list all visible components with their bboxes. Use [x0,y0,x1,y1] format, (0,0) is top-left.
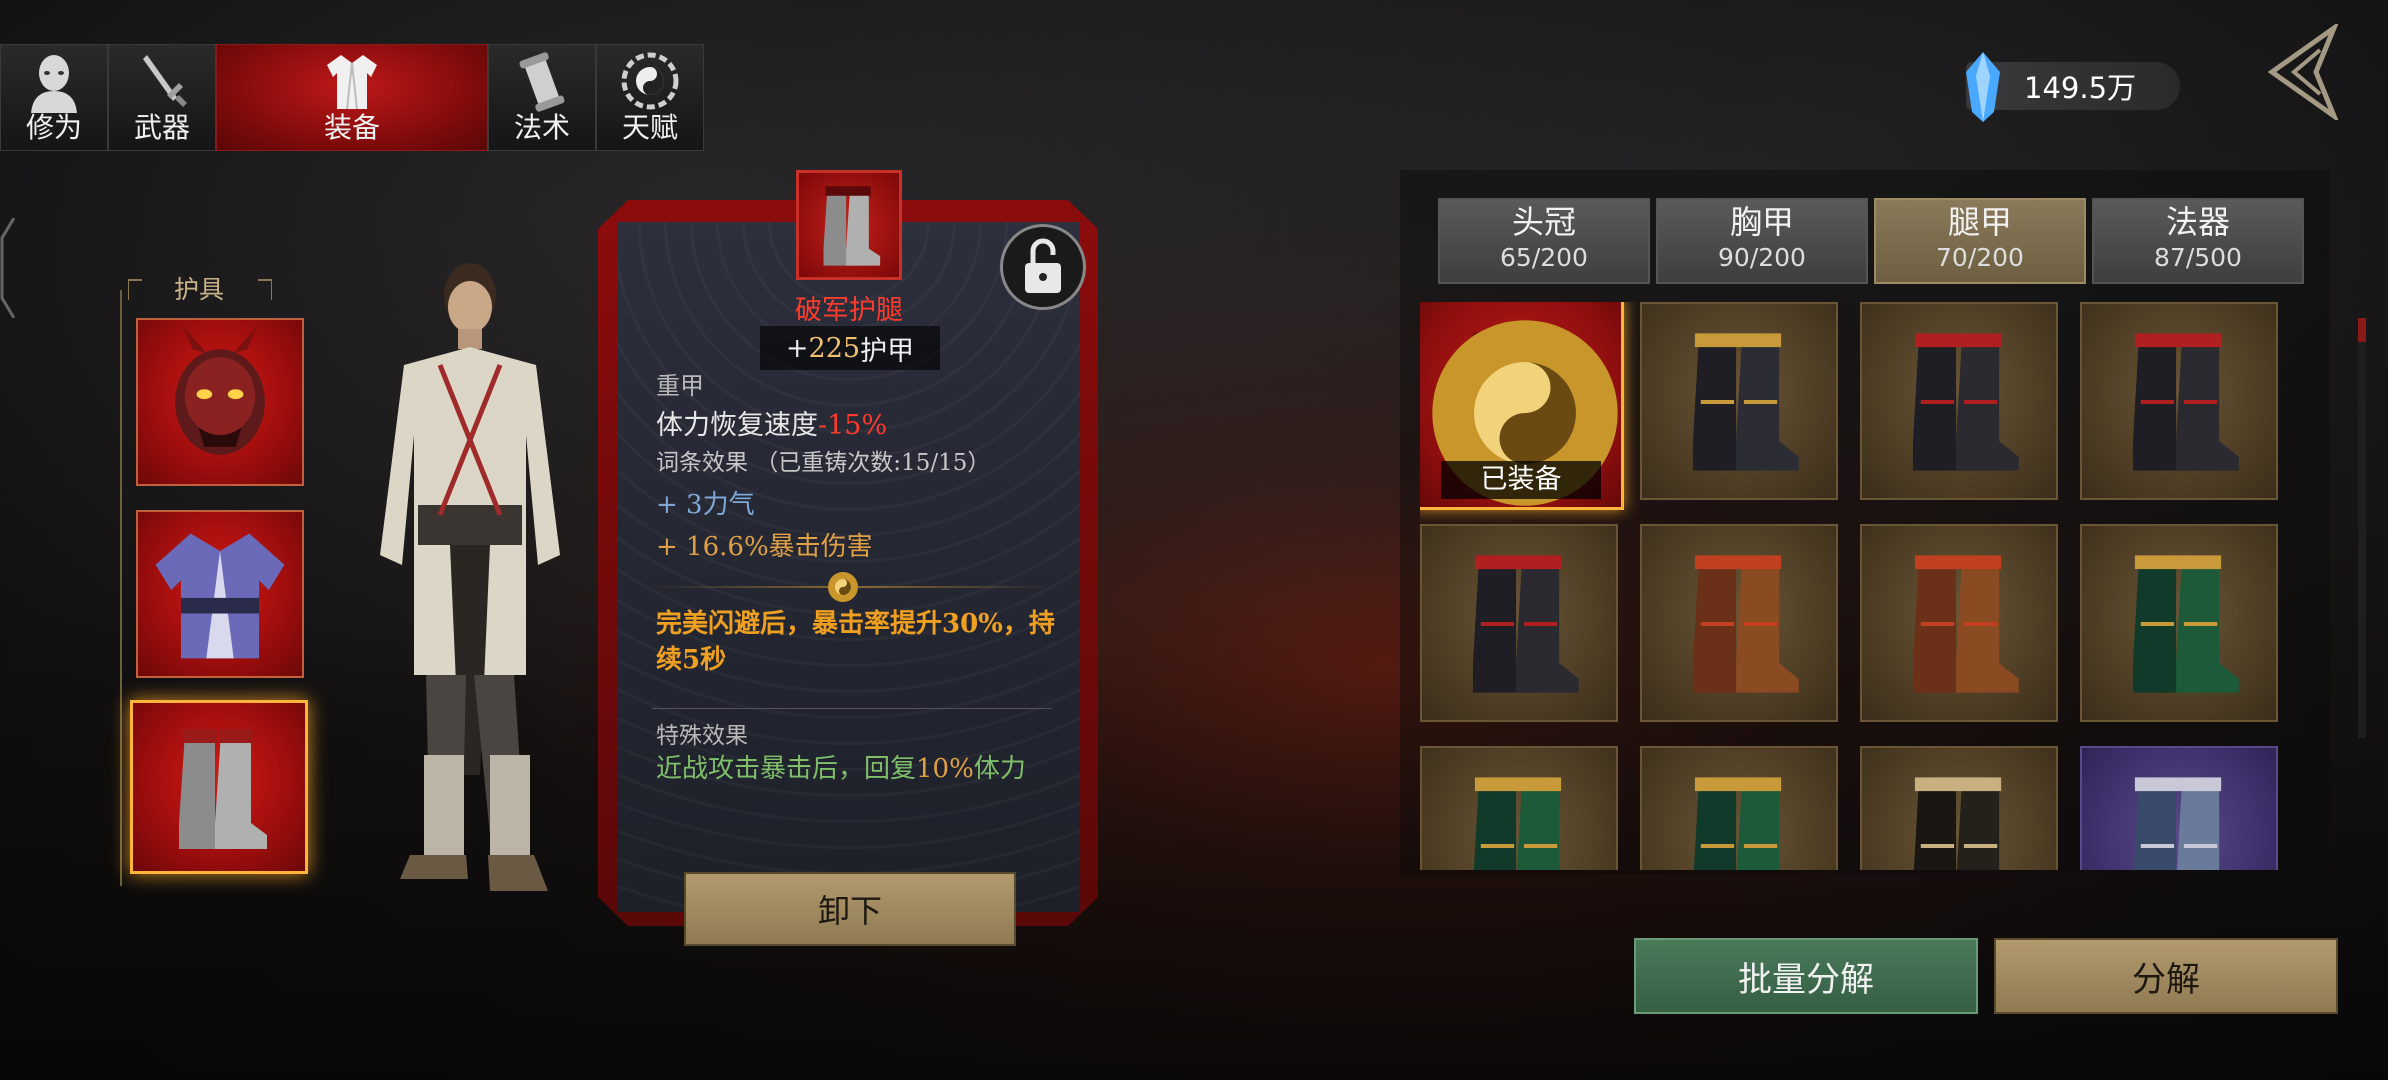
category-tab-chest[interactable]: 胸甲 90/200 [1656,198,1868,284]
green-gold-boots-icon [1693,777,1782,870]
currency-display: 149.5万 [1966,52,2180,122]
special-effect-title: 特殊效果 [656,723,748,749]
armor-prefix: + [785,332,809,364]
brown-red-boots-icon [1692,555,1799,693]
armor-slot-legs[interactable] [130,700,308,874]
boots-icon [823,186,881,266]
inventory-item[interactable]: 已装备 [1420,302,1624,510]
category-count: 87/500 [2154,243,2242,272]
green-gold-boots-icon [1473,777,1562,870]
category-name: 头冠 [1511,203,1576,241]
category-count: 65/200 [1500,243,1588,272]
tab-weapon[interactable]: 武器 [108,44,216,151]
category-tab-helmet[interactable]: 头冠 65/200 [1438,198,1650,284]
black-red-boots-icon [1912,333,2019,471]
top-tab-bar: 修为 武器 装备 法术 天赋 [0,44,704,151]
inventory-item[interactable] [1420,524,1618,722]
equipped-badge: 已装备 [1441,461,1601,499]
brown-red-boots-icon [1912,555,2019,693]
inventory-item[interactable] [1640,524,1838,722]
armor-slot-chest[interactable] [136,510,304,678]
item-type: 重甲 [656,372,704,400]
side-drawer-handle[interactable] [0,218,16,318]
green-gold-boots-icon [2132,555,2239,693]
armor-label: 护甲 [860,335,915,367]
affix-title: 词条效果 （已重铸次数:15/15） [656,450,991,476]
character-model [380,263,560,891]
bagua-icon [621,52,679,110]
crystal-icon [1966,52,2000,122]
demon-mask-icon [175,325,265,455]
category-count: 90/200 [1718,243,1806,272]
person-head-icon [31,55,77,113]
black-red-boots-icon [2132,333,2239,471]
inventory-item[interactable] [2080,302,2278,500]
armor-title-text: 护具 [174,275,225,304]
inventory-item[interactable] [1860,746,2058,870]
decompose-button[interactable]: 分解 [1994,938,2338,1014]
special-text-post: 体力 [973,754,1026,784]
tab-cultivation[interactable]: 修为 [0,44,108,151]
back-arrow-icon[interactable] [2258,24,2348,120]
category-name: 法器 [2165,203,2230,241]
affix-bonus-strength: + 3力气 [656,490,755,520]
special-text-pre: 近战攻击暴击后，回复 [656,754,917,784]
armor-section-title: 护具 [128,272,272,304]
tab-talent[interactable]: 天赋 [596,44,704,151]
armor-number: 225 [808,332,861,364]
inventory-item[interactable] [1640,302,1838,500]
tab-spell[interactable]: 法术 [488,44,596,151]
scroll-icon [519,52,565,112]
category-tab-artifact[interactable]: 法器 87/500 [2092,198,2304,284]
item-detail-icon [796,170,902,280]
robe-icon [155,533,285,659]
stat-label: 体力恢复速度 [656,410,818,441]
scrollbar-thumb[interactable] [2358,318,2366,342]
black-gold-boots-icon [1692,333,1799,471]
special-effect-text: 近战攻击暴击后，回复10%体力 [656,752,1056,786]
category-tab-legs[interactable]: 腿甲 70/200 [1874,198,2086,284]
category-count: 70/200 [1936,243,2024,272]
inventory-item[interactable] [2080,524,2278,722]
blue-silver-boots-icon [2133,777,2222,870]
tab-equipment[interactable]: 装备 [216,44,488,151]
inventory-item[interactable] [1860,524,2058,722]
category-name: 胸甲 [1729,203,1794,241]
item-armor-value: +225 护甲 [760,326,940,370]
black-pattern-boots-icon [1913,777,2002,870]
stat-value: -15% [818,410,888,441]
boots-icon [179,729,267,849]
armor-slot-helmet[interactable] [136,318,304,486]
inventory-item[interactable] [2080,746,2278,870]
inventory-scrollbar[interactable] [2358,318,2366,738]
sword-icon [143,55,187,107]
item-stat: 体力恢复速度-15% [656,403,887,442]
inventory-grid: 已装备 [1420,302,2310,870]
batch-decompose-button[interactable]: 批量分解 [1634,938,1978,1014]
set-effect: 完美闪避后，暴击率提升30%，持续5秒 [656,609,1055,675]
divider [652,708,1052,709]
currency-value: 149.5万 [2024,71,2137,105]
category-name: 腿甲 [1947,203,2012,241]
inventory-item[interactable] [1860,302,2058,500]
unequip-button[interactable]: 卸下 [684,872,1016,946]
robe-icon [327,55,377,110]
taiji-coin-icon [828,572,858,602]
affix-bonus-crit-damage: + 16.6%暴击伤害 [656,532,873,562]
black-red-boots-icon [1472,555,1579,693]
special-text-highlight: 10% [916,754,974,784]
inventory-item[interactable] [1420,746,1618,870]
inventory-item[interactable] [1640,746,1838,870]
item-name: 破军护腿 [795,295,903,326]
